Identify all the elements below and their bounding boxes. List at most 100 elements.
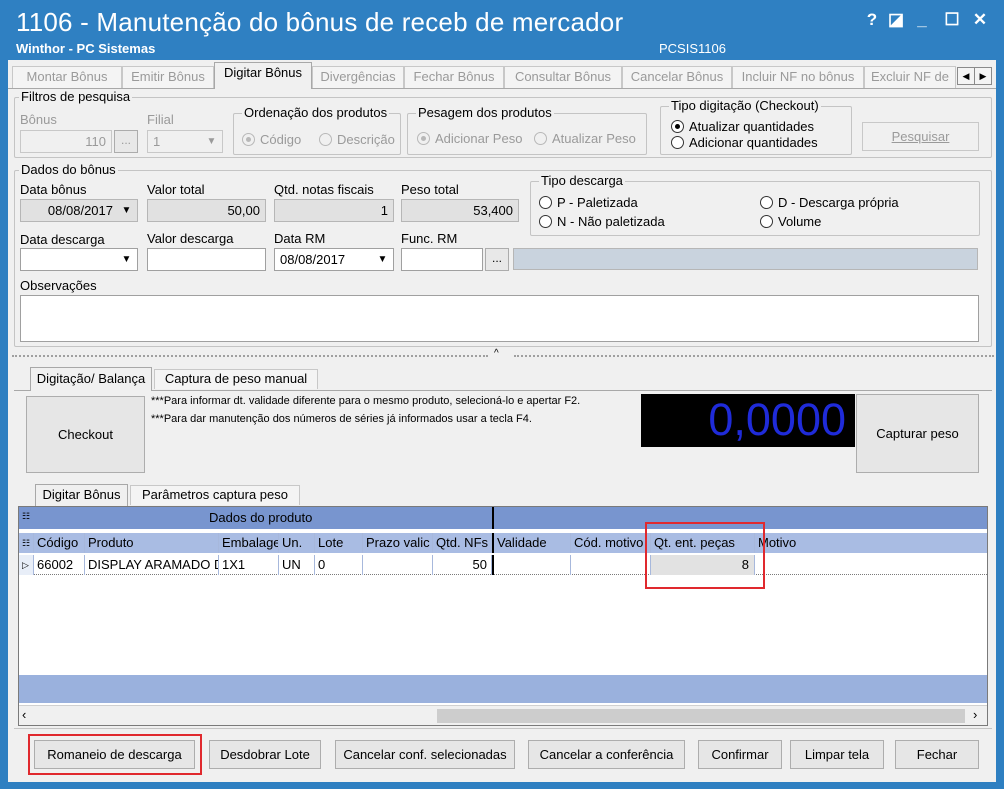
col-lote[interactable]: Lote: [315, 533, 363, 553]
scroll-left-icon[interactable]: ‹: [22, 707, 26, 722]
cancelar-conf-selecionadas-button[interactable]: Cancelar conf. selecionadas: [335, 740, 515, 769]
col-embalagem[interactable]: Embalage: [219, 533, 279, 553]
cell-qt-ent-pecas[interactable]: 8: [651, 555, 755, 575]
confirmar-button[interactable]: Confirmar: [698, 740, 782, 769]
panel-splitter[interactable]: ^: [8, 348, 996, 360]
fechar-button[interactable]: Fechar: [895, 740, 979, 769]
radio-adicionar-peso[interactable]: Adicionar Peso: [417, 131, 522, 146]
tab-scroll-left-icon[interactable]: ◀: [957, 67, 975, 85]
grid-footer: [19, 675, 987, 703]
help-icon[interactable]: ?: [860, 8, 884, 32]
data-rm-field[interactable]: 08/08/2017 ▼: [274, 248, 394, 271]
radio-volume[interactable]: Volume: [760, 214, 821, 229]
cell-prazo-validade[interactable]: [363, 555, 433, 575]
func-rm-name-field: [513, 248, 978, 270]
lower-tab-line: [14, 390, 992, 391]
grid-band-label: Dados do produto: [209, 510, 313, 525]
radio-atualizar-peso[interactable]: Atualizar Peso: [534, 131, 636, 146]
chevron-up-icon[interactable]: ^: [494, 348, 499, 359]
tab-captura-peso-manual[interactable]: Captura de peso manual: [154, 369, 318, 389]
col-cod-motivo[interactable]: Cód. motivo: [571, 533, 651, 553]
cell-lote[interactable]: 0: [315, 555, 363, 575]
radio-atualizar-quantidades[interactable]: Atualizar quantidades: [671, 119, 814, 134]
col-motivo[interactable]: Motivo: [755, 533, 987, 553]
bonus-lookup-button[interactable]: ...: [114, 130, 138, 153]
cell-qtd-nfs[interactable]: 50: [433, 555, 492, 575]
tipo-descarga-legend: Tipo descarga: [539, 173, 625, 188]
close-icon[interactable]: ✕: [968, 8, 992, 32]
cell-motivo[interactable]: [755, 555, 987, 575]
col-un[interactable]: Un.: [279, 533, 315, 553]
radio-paletizada[interactable]: P - Paletizada: [539, 195, 638, 210]
bonus-field[interactable]: 110: [20, 130, 112, 153]
filial-select[interactable]: 1 ▼: [147, 130, 223, 153]
horizontal-scrollbar[interactable]: ‹ ›: [19, 705, 987, 725]
cell-produto[interactable]: DISPLAY ARAMADO D: [85, 555, 219, 575]
tab-digitacao-balanca[interactable]: Digitação/ Balança: [30, 367, 152, 391]
cell-un[interactable]: UN: [279, 555, 315, 575]
observacoes-field[interactable]: [20, 295, 979, 342]
func-rm-field[interactable]: [401, 248, 483, 271]
client-area: Montar Bônus Emitir Bônus Digitar Bônus …: [8, 60, 996, 782]
tab-cancelar-bonus[interactable]: Cancelar Bônus: [622, 66, 732, 88]
scroll-right-icon[interactable]: ›: [973, 707, 977, 722]
romaneio-descarga-button[interactable]: Romaneio de descarga: [34, 740, 195, 769]
data-descarga-field[interactable]: ▼: [20, 248, 138, 271]
minimize-icon[interactable]: _: [910, 8, 934, 32]
valor-descarga-field[interactable]: [147, 248, 266, 271]
cell-codigo[interactable]: 66002: [34, 555, 85, 575]
limpar-tela-button[interactable]: Limpar tela: [790, 740, 884, 769]
chevron-down-icon[interactable]: ▼: [373, 250, 392, 269]
tab-fechar-bonus[interactable]: Fechar Bônus: [404, 66, 504, 88]
observacoes-label: Observações: [20, 278, 97, 293]
cell-embalagem[interactable]: 1X1: [219, 555, 279, 575]
column-chooser-icon[interactable]: ☷: [22, 511, 30, 522]
company-label: Winthor - PC Sistemas: [16, 41, 156, 56]
radio-label: P - Paletizada: [557, 195, 638, 210]
col-codigo[interactable]: Código: [34, 533, 85, 553]
radio-label: N - Não paletizada: [557, 214, 665, 229]
col-qt-ent-pecas[interactable]: Qt. ent. peças: [651, 533, 755, 553]
tab-incluir-nf[interactable]: Incluir NF no bônus: [732, 66, 864, 88]
radio-adicionar-quantidades[interactable]: Adicionar quantidades: [671, 135, 818, 150]
tab-consultar-bonus[interactable]: Consultar Bônus: [504, 66, 622, 88]
tab-montar-bonus[interactable]: Montar Bônus: [12, 66, 122, 88]
radio-empty-icon: [671, 136, 684, 149]
maximize-icon[interactable]: ☐: [940, 8, 964, 32]
chevron-down-icon[interactable]: ▼: [117, 201, 136, 220]
restore-icon[interactable]: ◪: [884, 8, 908, 32]
checkout-button[interactable]: Checkout: [26, 396, 145, 473]
tab-divergencias[interactable]: Divergências: [312, 66, 404, 88]
func-rm-lookup-button[interactable]: ...: [485, 248, 509, 271]
tab-scroll-right-icon[interactable]: ▶: [974, 67, 992, 85]
capturar-peso-button[interactable]: Capturar peso: [856, 394, 979, 473]
tab-digitar-bonus[interactable]: Digitar Bônus: [214, 62, 312, 89]
desdobrar-lote-button[interactable]: Desdobrar Lote: [209, 740, 321, 769]
radio-label: Descrição: [337, 132, 395, 147]
column-chooser-icon[interactable]: ☷: [19, 533, 34, 553]
tab-emitir-bonus[interactable]: Emitir Bônus: [122, 66, 214, 88]
radio-nao-paletizada[interactable]: N - Não paletizada: [539, 214, 665, 229]
chevron-down-icon[interactable]: ▼: [117, 250, 136, 269]
tab-excluir-nf[interactable]: Excluir NF de: [864, 66, 956, 88]
cancelar-conferencia-button[interactable]: Cancelar a conferência: [528, 740, 685, 769]
col-prazo-validade[interactable]: Prazo valic: [363, 533, 433, 553]
col-validade[interactable]: Validade: [492, 533, 571, 553]
data-bonus-field[interactable]: 08/08/2017 ▼: [20, 199, 138, 222]
radio-ordenacao-descricao[interactable]: Descrição: [319, 132, 395, 147]
col-produto[interactable]: Produto: [85, 533, 219, 553]
title-bar[interactable]: 1106 - Manutenção do bônus de receb de m…: [0, 0, 1004, 60]
table-row[interactable]: ▷ 66002 DISPLAY ARAMADO D 1X1 UN 0 50 8: [19, 555, 987, 575]
cell-cod-motivo[interactable]: [571, 555, 651, 575]
scroll-thumb[interactable]: [437, 709, 965, 723]
radio-descarga-propria[interactable]: D - Descarga própria: [760, 195, 899, 210]
ordenacao-legend: Ordenação dos produtos: [242, 105, 390, 120]
tab-parametros-captura[interactable]: Parâmetros captura peso: [130, 485, 300, 505]
weight-display: 0,0000: [641, 394, 855, 447]
radio-ordenacao-codigo[interactable]: Código: [242, 132, 301, 147]
tab-inner-digitar-bonus[interactable]: Digitar Bônus: [35, 484, 128, 506]
filial-label: Filial: [147, 112, 174, 127]
col-qtd-nfs[interactable]: Qtd. NFs: [433, 533, 492, 553]
pesquisar-button[interactable]: Pesquisar: [862, 122, 979, 151]
cell-validade[interactable]: [492, 555, 571, 575]
